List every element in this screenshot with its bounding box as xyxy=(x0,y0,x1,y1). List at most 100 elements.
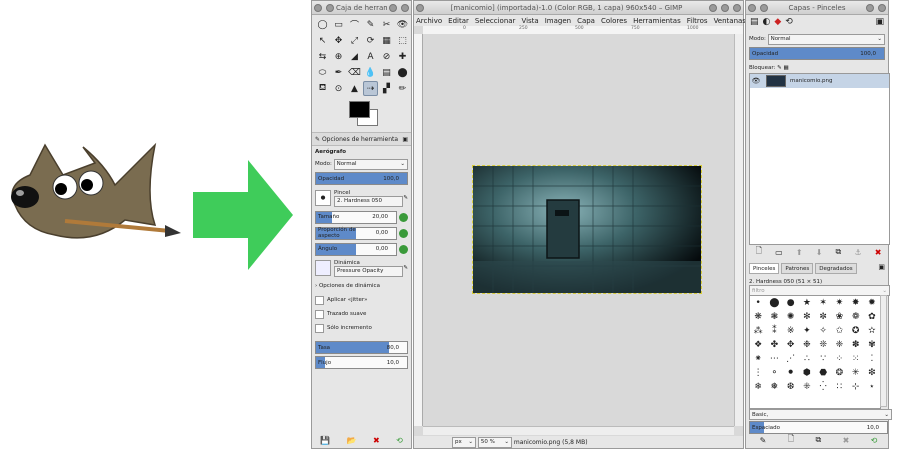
tool-button[interactable]: ⬤ xyxy=(395,65,410,80)
tool-button[interactable]: A xyxy=(363,49,378,64)
menu-item-1[interactable]: Editar xyxy=(448,17,469,25)
menu-item-2[interactable]: Seleccionar xyxy=(475,17,516,25)
brush-item[interactable]: ⬢ xyxy=(799,366,815,380)
save-options-icon[interactable]: 💾 xyxy=(320,436,330,445)
brush-item[interactable]: ✥ xyxy=(783,338,799,352)
minimize-icon[interactable] xyxy=(389,3,397,12)
tool-button[interactable]: ⤢ xyxy=(347,33,362,48)
brush-grid-scrollbar[interactable] xyxy=(880,295,887,407)
tool-button[interactable]: ✂ xyxy=(379,17,394,32)
tool-button[interactable]: ✚ xyxy=(395,49,410,64)
tool-button[interactable]: ⊘ xyxy=(379,49,394,64)
brush-item[interactable]: ❃ xyxy=(766,310,782,324)
menu-item-9[interactable]: Ventanas xyxy=(714,17,746,25)
brush-item[interactable]: ※ xyxy=(783,324,799,338)
anchor-layer-icon[interactable]: ⚓ xyxy=(854,248,861,257)
tool-button[interactable]: ✏ xyxy=(395,81,410,96)
brush-item[interactable]: ✿ xyxy=(864,310,880,324)
new-layer-icon[interactable]: 🗋 xyxy=(756,245,762,259)
brush-item[interactable]: ✻ xyxy=(799,310,815,324)
brush-item[interactable]: ❋ xyxy=(750,310,766,324)
brush-item[interactable]: ❄ xyxy=(750,380,766,394)
brush-item[interactable]: ⁑ xyxy=(766,324,782,338)
brush-item[interactable]: ❁ xyxy=(848,310,864,324)
brush-item[interactable]: ⚬ xyxy=(766,366,782,380)
close-icon[interactable] xyxy=(878,3,886,12)
layer-row[interactable]: 👁 manicomio.png xyxy=(750,74,889,88)
tool-button[interactable]: ⊙ xyxy=(331,81,346,96)
window-menu-icon[interactable] xyxy=(314,3,322,12)
layer-name[interactable]: manicomio.png xyxy=(790,78,833,84)
brush-item[interactable]: ⊹ xyxy=(848,380,864,394)
brush-preview[interactable]: ● xyxy=(315,190,331,206)
minimize-icon[interactable] xyxy=(709,3,717,12)
brush-item[interactable]: ✦ xyxy=(799,324,815,338)
reset-aspect-icon[interactable] xyxy=(399,228,408,238)
brush-item[interactable]: ✧ xyxy=(815,324,831,338)
channels-tab-icon[interactable]: ◐ xyxy=(763,17,771,27)
brush-dock-tab-2[interactable]: Degradados xyxy=(815,263,857,274)
brush-item[interactable]: • xyxy=(750,296,766,310)
minimize-icon[interactable] xyxy=(866,3,874,12)
tool-button[interactable]: ✎ xyxy=(363,17,378,32)
brush-item[interactable]: ⁚ xyxy=(864,352,880,366)
tool-button[interactable]: ⬚ xyxy=(395,33,410,48)
zoom-select[interactable]: 50 % ⌄ xyxy=(477,436,512,448)
canvas-area[interactable] xyxy=(423,34,734,426)
delete-options-icon[interactable]: ✖ xyxy=(373,436,380,445)
reset-size-icon[interactable] xyxy=(399,212,408,222)
dock-titlebar[interactable]: Capas - Pinceles xyxy=(746,1,888,15)
brush-item[interactable]: ❊ xyxy=(815,338,831,352)
lock-pixels-icon[interactable]: ✎ xyxy=(777,65,782,71)
tool-button[interactable]: ▲ xyxy=(347,81,362,96)
brush-item[interactable]: ⋯ xyxy=(766,352,782,366)
tool-button[interactable]: ▦ xyxy=(379,33,394,48)
menu-item-0[interactable]: Archivo xyxy=(416,17,442,25)
tool-button[interactable]: ⌒ xyxy=(347,17,362,32)
vertical-scrollbar[interactable] xyxy=(734,34,743,426)
dynamics-preview[interactable] xyxy=(315,260,331,276)
brush-item[interactable]: ⁘ xyxy=(831,352,847,366)
brush-set-select[interactable]: Basic, ⌄ xyxy=(749,409,892,420)
tool-button[interactable]: ✒ xyxy=(331,65,346,80)
layer-mode-select[interactable]: Normal ⌄ xyxy=(767,33,885,45)
layer-opacity-slider[interactable]: Opacidad 100,0 xyxy=(749,47,885,60)
size-slider[interactable]: Tamaño 20,00 xyxy=(315,210,397,224)
menu-item-7[interactable]: Herramientas xyxy=(633,17,681,25)
menu-item-5[interactable]: Capa xyxy=(577,17,595,25)
brush-item[interactable]: ✷ xyxy=(831,296,847,310)
brush-item[interactable]: ⁜ xyxy=(799,380,815,394)
new-brush-icon[interactable]: 🗋 xyxy=(788,433,794,447)
brush-item[interactable]: ✩ xyxy=(831,324,847,338)
undo-tab-icon[interactable]: ⟲ xyxy=(785,17,793,27)
brush-item[interactable]: ✺ xyxy=(783,310,799,324)
brush-item[interactable]: ❂ xyxy=(831,366,847,380)
menu-item-3[interactable]: Vista xyxy=(521,17,538,25)
tool-button[interactable]: ▞ xyxy=(379,81,394,96)
tool-button[interactable]: ⇢ xyxy=(363,81,378,96)
brush-item[interactable]: ✶ xyxy=(815,296,831,310)
tool-button[interactable]: ▭ xyxy=(331,17,346,32)
menu-item-8[interactable]: Filtros xyxy=(687,17,708,25)
toolbox-titlebar[interactable]: Caja de herram... xyxy=(312,1,411,15)
edit-brush-icon[interactable]: ✎ xyxy=(760,436,767,445)
opacity-slider[interactable]: Opacidad 100,0 xyxy=(315,172,408,185)
brush-item[interactable]: ⁂ xyxy=(750,324,766,338)
tool-button[interactable]: 👁 xyxy=(395,17,410,32)
image-canvas[interactable] xyxy=(472,165,702,294)
dock-configure-icon[interactable]: ▣ xyxy=(875,17,884,27)
raise-layer-icon[interactable]: ⬆ xyxy=(796,248,803,257)
brush-item[interactable]: ∵ xyxy=(815,352,831,366)
duplicate-layer-icon[interactable]: ⧉ xyxy=(836,247,842,257)
brush-item[interactable]: ● xyxy=(783,296,799,310)
lower-layer-icon[interactable]: ⬇ xyxy=(816,248,823,257)
brush-item[interactable]: ❆ xyxy=(783,380,799,394)
vertical-ruler[interactable] xyxy=(414,34,423,426)
tool-button[interactable]: ◢ xyxy=(347,49,362,64)
pin-icon[interactable] xyxy=(760,3,768,12)
duplicate-brush-icon[interactable]: ⧉ xyxy=(816,435,822,445)
smooth-checkbox[interactable]: Trazado suave xyxy=(312,307,411,321)
brush-item[interactable]: ❀ xyxy=(831,310,847,324)
tool-options-tab[interactable]: ✎ Opciones de herramienta ▣ xyxy=(312,132,411,146)
jitter-checkbox[interactable]: Aplicar «jitter» xyxy=(312,293,411,307)
